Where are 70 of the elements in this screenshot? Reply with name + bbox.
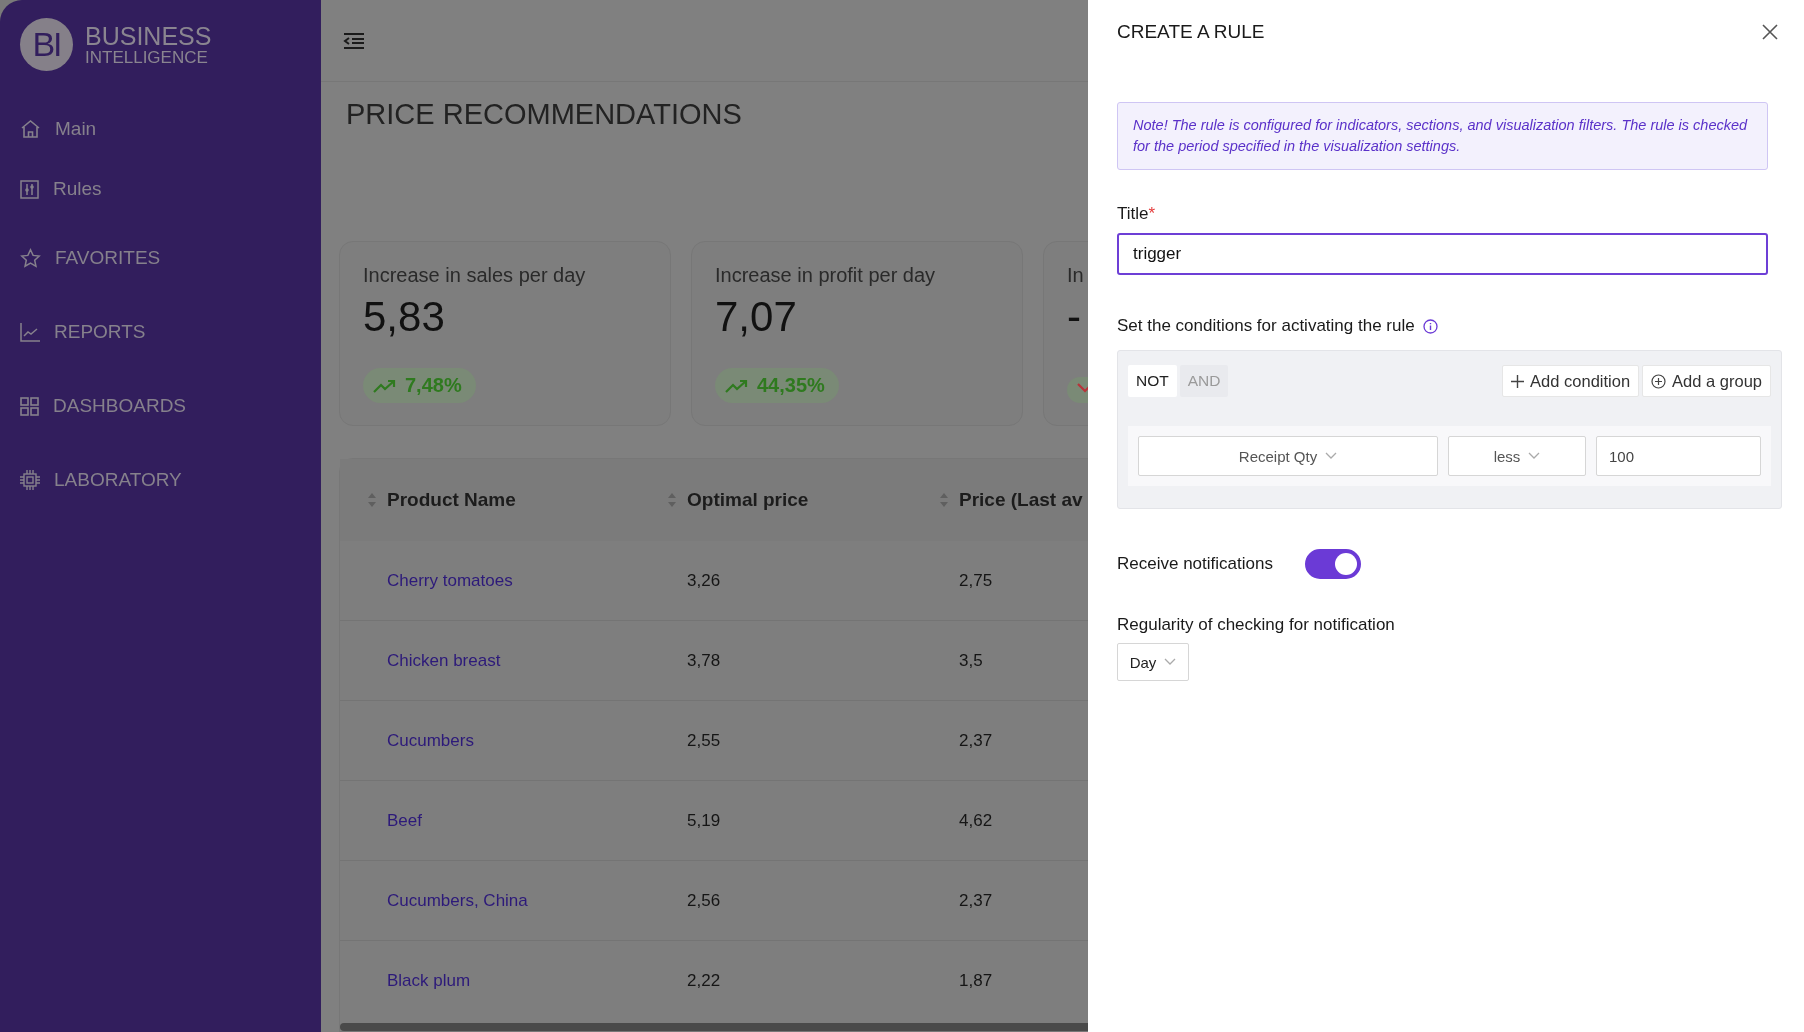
value-input[interactable]: 100 (1596, 436, 1761, 476)
nav-item[interactable]: Main (20, 101, 321, 157)
logic-operator-tab[interactable]: AND (1179, 365, 1229, 397)
horizontal-scrollbar[interactable] (340, 1023, 1088, 1031)
logic-operator-tab[interactable]: NOT (1128, 365, 1177, 397)
table-cell: 5,19 (687, 810, 721, 831)
metric-label: Increase in profit per day (715, 264, 937, 287)
product-link[interactable]: Cucumbers, China (387, 890, 528, 911)
logo-subtitle: INTELLIGENCE (85, 48, 209, 66)
logo-mark: BI (20, 18, 73, 71)
nav-item[interactable]: REPORTS (20, 295, 321, 369)
grid-icon (20, 396, 39, 416)
nav-item[interactable]: LABORATORY (20, 443, 321, 517)
nav-item[interactable]: DASHBOARDS (20, 369, 321, 443)
product-link[interactable]: Beef (387, 810, 422, 831)
title-input[interactable]: trigger (1117, 233, 1768, 275)
chevron-down-icon (1528, 452, 1541, 460)
add-condition-button[interactable]: Add condition (1502, 365, 1640, 397)
table-cell: 3,78 (687, 650, 721, 671)
info-icon[interactable] (1422, 318, 1438, 334)
regularity-label: Regularity of checking for notification (1117, 615, 1396, 635)
plus-icon (1511, 374, 1525, 388)
product-link[interactable]: Chicken breast (387, 650, 501, 671)
notifications-toggle[interactable] (1304, 549, 1361, 579)
drawer-title: CREATE A RULE (1117, 21, 1265, 43)
table-cell: 2,22 (687, 971, 721, 991)
table-cell: 2,56 (687, 890, 721, 911)
metric-value: - (1067, 293, 1082, 341)
metric-value: 5,83 (363, 293, 446, 341)
table-cell: 3,5 (959, 650, 983, 671)
sliders-icon (20, 179, 39, 199)
logo-title: BUSINESS (85, 23, 212, 49)
metric-label: In (1067, 264, 1085, 287)
table-cell: 2,37 (959, 730, 993, 751)
home-icon (20, 119, 41, 139)
table-cell: 1,87 (959, 971, 993, 991)
plus-circle-icon (1651, 373, 1667, 389)
metric-value: 7,07 (715, 293, 798, 341)
product-link[interactable]: Cucumbers (387, 730, 474, 751)
add-group-button[interactable]: Add a group (1642, 365, 1771, 397)
chevron-down-icon (1164, 658, 1177, 666)
star-icon (20, 248, 41, 268)
metric-label: Increase in sales per day (363, 264, 587, 287)
nav-item[interactable]: FAVORITES (20, 221, 321, 295)
chevron-down-icon (1325, 452, 1338, 460)
table-cell: 2,37 (959, 890, 993, 911)
table-cell: 2,55 (687, 730, 721, 751)
chip-icon (20, 470, 40, 490)
product-link[interactable]: Black plum (387, 971, 471, 991)
notifications-label: Receive notifications (1117, 554, 1273, 574)
page-title: PRICE RECOMMENDATIONS (346, 98, 743, 132)
change-badge: 44,35% (715, 368, 839, 403)
regularity-select[interactable]: Day (1117, 643, 1189, 681)
table-cell: 2,75 (959, 570, 993, 591)
trending-up-icon (725, 378, 749, 393)
column-header[interactable]: Optimal price (667, 489, 939, 511)
trending-up-icon (373, 378, 397, 393)
nav-item[interactable]: Rules (20, 157, 321, 221)
line-chart-icon (20, 322, 40, 342)
change-badge: 7,48% (363, 368, 476, 403)
note-text: Note! The rule is configured for indicators, sections, and visualization filters. The rule is checked for the period specified in the visualization settings. (1117, 102, 1768, 170)
operator-select[interactable]: less (1448, 436, 1586, 476)
table-cell: 4,62 (959, 810, 993, 831)
column-header[interactable]: Product Name (367, 489, 667, 511)
conditions-label: Set the conditions for activating the rule (1117, 316, 1782, 336)
column-header[interactable]: Price (Last av (939, 489, 1088, 511)
table-cell: 3,26 (687, 570, 721, 591)
field-select[interactable]: Receipt Qty (1138, 436, 1438, 476)
product-link[interactable]: Cherry tomatoes (387, 570, 513, 591)
field-label: Title* (1117, 204, 1157, 224)
